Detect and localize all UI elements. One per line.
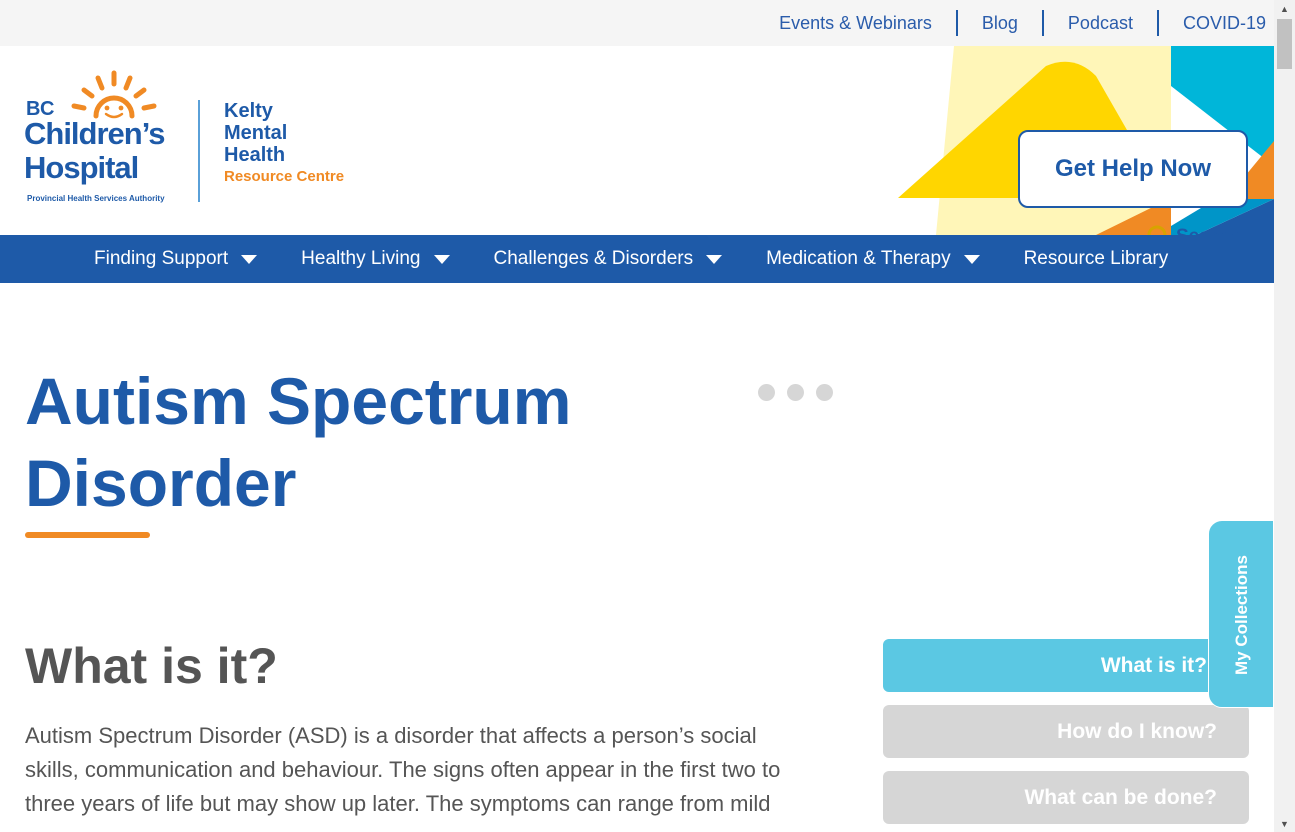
table-of-contents: What is it? How do I know? What can be d… [883,639,1249,832]
logo-resource-centre: Resource Centre [224,168,345,185]
utility-link-podcast[interactable]: Podcast [1041,10,1157,36]
nav-item-label: Finding Support [94,248,229,269]
scrollbar-thumb[interactable] [1277,19,1292,69]
vertical-scrollbar[interactable]: ▲ ▼ [1274,0,1295,832]
main-nav: Finding Support Healthy Living Challenge… [0,235,1274,283]
logo-authority: Provincial Health Services Authority [27,194,165,203]
my-collections-tab[interactable]: My Collections [1208,520,1274,708]
toc-item-what-can-be-done[interactable]: What can be done? [883,771,1249,824]
caret-down-icon [963,254,980,264]
caret-down-icon [241,254,258,264]
sun-icon [71,70,157,119]
logo-divider [198,100,200,202]
loading-dots [758,384,833,401]
title-underline [25,532,150,538]
scroll-up-arrow-icon[interactable]: ▲ [1274,0,1295,17]
nav-item-medication-therapy[interactable]: Medication & Therapy [744,235,1001,283]
loading-dot [758,384,775,401]
nav-item-label: Challenges & Disorders [493,248,694,269]
search-button[interactable]: Search [1146,222,1239,235]
site-logo[interactable]: BC Children’s Hospital Provincial Health… [24,70,364,210]
toc-item-what-is-it[interactable]: What is it? [883,639,1249,692]
utility-links: Events & Webinars Blog Podcast COVID-19 [755,0,1266,46]
logo-kelty: Kelty Mental Health [224,100,287,166]
nav-item-resource-library[interactable]: Resource Library [1002,235,1191,283]
nav-item-challenges-disorders[interactable]: Challenges & Disorders [472,235,745,283]
nav-item-label: Resource Library [1023,248,1169,269]
logo-kelty-line3: Health [224,144,286,166]
utility-link-blog[interactable]: Blog [955,10,1042,36]
caret-down-icon [706,254,723,264]
logo-childrens: Children’s [24,116,165,151]
utility-bar: Events & Webinars Blog Podcast COVID-19 [0,0,1274,46]
nav-item-label: Healthy Living [301,248,421,269]
section-heading-what-is-it: What is it? [25,638,278,694]
logo-kelty-line1: Kelty [224,100,273,122]
loading-dot [787,384,804,401]
page-title: Autism Spectrum Disorder [25,360,725,524]
search-label: Search [1176,226,1239,235]
page-title-line2: Disorder [25,446,297,520]
page: Events & Webinars Blog Podcast COVID-19 … [0,0,1274,832]
search-icon [1147,225,1167,235]
site-header: BC Children’s Hospital Provincial Health… [0,46,1274,235]
logo-kelty-line2: Mental [224,122,288,144]
nav-item-finding-support[interactable]: Finding Support [72,235,279,283]
caret-down-icon [433,254,450,264]
nav-item-label: Medication & Therapy [766,248,951,269]
my-collections-label: My Collections [1232,555,1251,675]
utility-link-events[interactable]: Events & Webinars [755,10,956,36]
scroll-down-arrow-icon[interactable]: ▼ [1274,815,1295,832]
page-title-line1: Autism Spectrum [25,364,572,438]
logo-hospital: Hospital [24,150,139,185]
body-text: Autism Spectrum Disorder (ASD) is a diso… [25,723,781,816]
utility-link-covid[interactable]: COVID-19 [1156,10,1266,36]
nav-item-healthy-living[interactable]: Healthy Living [279,235,471,283]
toc-item-how-do-i-know[interactable]: How do I know? [883,705,1249,758]
loading-dot [816,384,833,401]
get-help-now-button[interactable]: Get Help Now [1018,130,1248,208]
